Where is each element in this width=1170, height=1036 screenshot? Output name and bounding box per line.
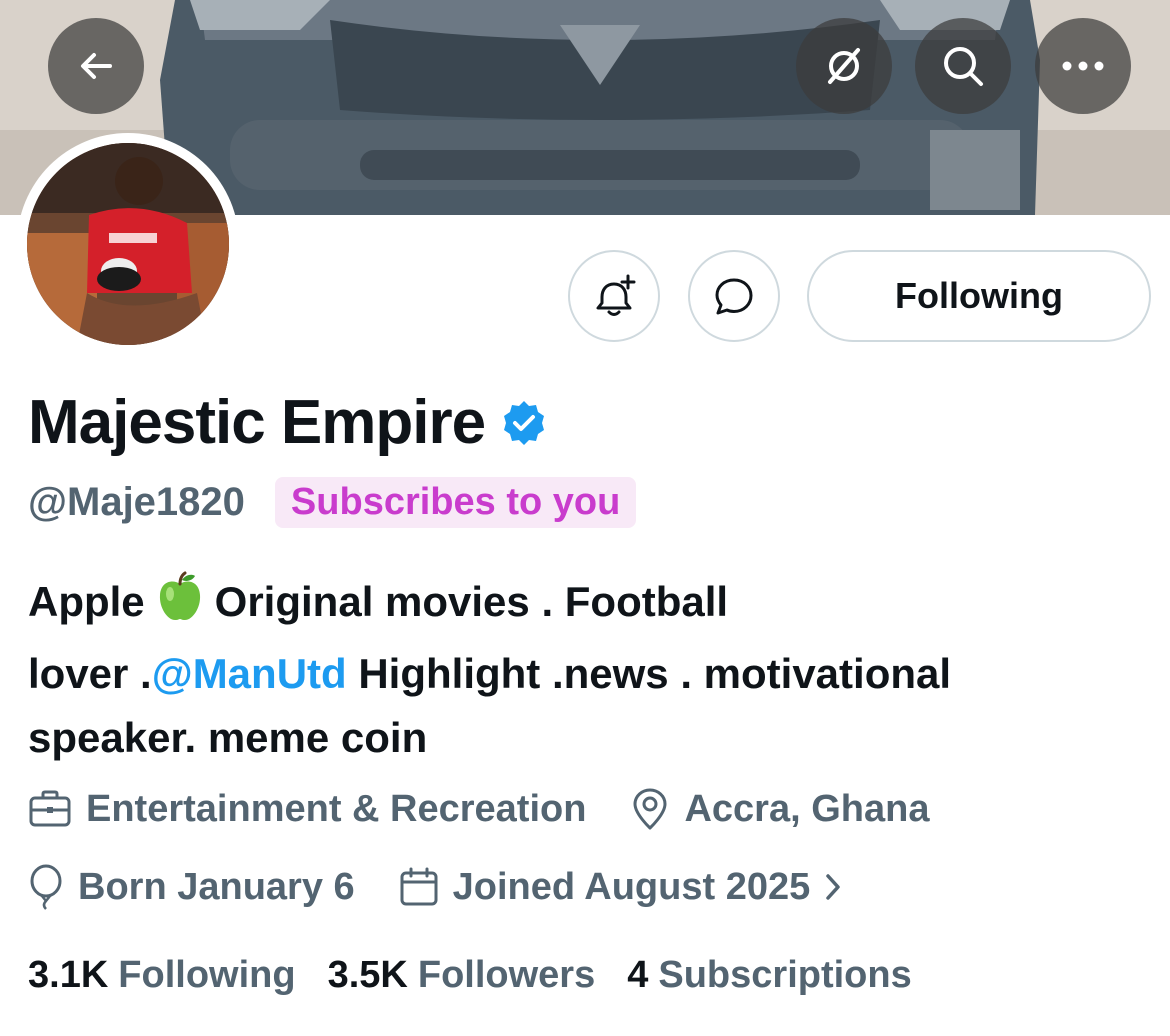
location-pin-icon bbox=[633, 788, 667, 830]
green-apple-emoji bbox=[153, 570, 207, 642]
joined-text: Joined August 2025 bbox=[452, 865, 811, 908]
handle-row: @Maje1820 Subscribes to you bbox=[28, 474, 637, 530]
subscribes-to-you-badge: Subscribes to you bbox=[274, 476, 637, 528]
notifications-button[interactable] bbox=[568, 250, 660, 342]
following-label: Following bbox=[118, 953, 296, 996]
bio-text: speaker. meme coin bbox=[28, 714, 428, 761]
following-count: 3.1K bbox=[28, 953, 109, 996]
profile-page: Following Majestic Empire @Maje1820 Subs… bbox=[0, 0, 1170, 1036]
balloon-icon bbox=[30, 864, 62, 910]
more-horizontal-icon bbox=[1062, 61, 1104, 71]
chevron-right-icon bbox=[826, 874, 840, 900]
bio-text: lover . bbox=[28, 650, 152, 697]
avatar[interactable] bbox=[27, 143, 229, 345]
bio-mention-link[interactable]: @ManUtd bbox=[152, 650, 347, 697]
following-stat-link[interactable]: 3.1K Following bbox=[28, 954, 296, 997]
grok-button[interactable] bbox=[796, 18, 892, 114]
message-bubble-icon bbox=[715, 278, 753, 315]
profile-meta-row: Born January 6 Joined August 2025 bbox=[28, 861, 900, 913]
following-button[interactable]: Following bbox=[807, 250, 1151, 342]
bio-text: Highlight .news . motivational bbox=[346, 650, 952, 697]
category-item: Entertainment & Recreation bbox=[28, 788, 586, 831]
birthday-item: Born January 6 bbox=[28, 864, 355, 910]
back-button[interactable] bbox=[48, 18, 144, 114]
arrow-left-icon bbox=[81, 53, 112, 79]
verified-badge-icon[interactable] bbox=[499, 398, 549, 448]
grok-slash-icon bbox=[828, 48, 860, 84]
location-text: Accra, Ghana bbox=[684, 787, 930, 830]
profile-bio: Apple Original movies . Football lover .… bbox=[28, 570, 1148, 770]
name-row: Majestic Empire bbox=[28, 385, 549, 460]
avatar-image bbox=[27, 143, 229, 345]
bio-text: Apple bbox=[28, 578, 145, 625]
search-icon bbox=[944, 47, 983, 86]
calendar-icon bbox=[400, 867, 438, 906]
search-button[interactable] bbox=[915, 18, 1011, 114]
birthday-text: Born January 6 bbox=[78, 865, 355, 908]
briefcase-icon bbox=[29, 790, 71, 827]
profile-meta-row: Entertainment & Recreation Accra, Ghana bbox=[28, 783, 973, 835]
bio-text: Original movies . Football bbox=[214, 578, 729, 625]
subscriptions-label: Subscriptions bbox=[658, 953, 912, 996]
joined-item[interactable]: Joined August 2025 bbox=[399, 866, 857, 909]
bell-plus-icon bbox=[596, 274, 636, 316]
more-button[interactable] bbox=[1035, 18, 1131, 114]
profile-stats: 3.1K Following 3.5K Followers 4 Subscrip… bbox=[28, 948, 944, 1002]
message-button[interactable] bbox=[688, 250, 780, 342]
category-text: Entertainment & Recreation bbox=[86, 787, 587, 830]
followers-count: 3.5K bbox=[327, 953, 408, 996]
username-handle: @Maje1820 bbox=[28, 479, 245, 524]
subscriptions-count: 4 bbox=[627, 953, 649, 996]
followers-stat-link[interactable]: 3.5K Followers bbox=[328, 954, 596, 997]
location-item: Accra, Ghana bbox=[630, 787, 929, 831]
followers-label: Followers bbox=[417, 953, 596, 996]
subscriptions-stat-link[interactable]: 4 Subscriptions bbox=[627, 954, 912, 997]
display-name: Majestic Empire bbox=[28, 388, 486, 457]
